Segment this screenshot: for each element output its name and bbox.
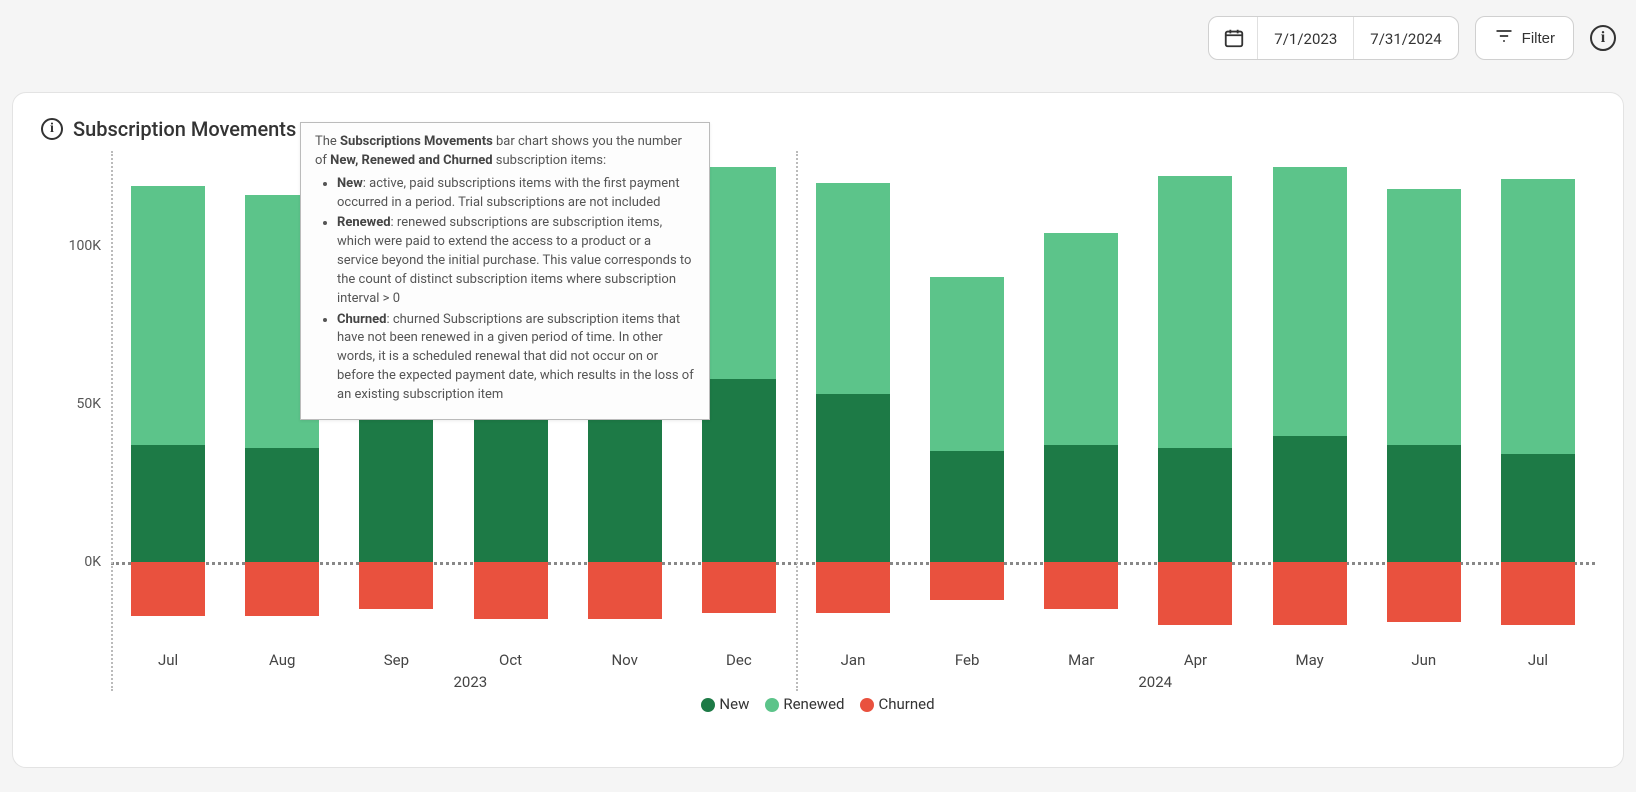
bar-segment-new: [816, 394, 890, 562]
bar-segment-renewed: [1273, 167, 1347, 436]
date-range-picker[interactable]: 7/1/2023 7/31/2024: [1208, 16, 1458, 60]
x-tick-label: Aug: [225, 651, 339, 669]
bar-segment-renewed: [1158, 176, 1232, 448]
bar-column[interactable]: [111, 151, 225, 641]
bar-segment-new: [245, 448, 319, 562]
bar-segment-churned: [588, 562, 662, 619]
bar-segment-churned: [1044, 562, 1118, 609]
bar-segment-new: [930, 451, 1004, 562]
legend-swatch-churned: [860, 698, 874, 712]
bar-segment-new: [1501, 454, 1575, 561]
bar-segment-churned: [1273, 562, 1347, 625]
bar-column[interactable]: [1253, 151, 1367, 641]
bar-column[interactable]: [1367, 151, 1481, 641]
x-tick-label: Nov: [568, 651, 682, 669]
filter-button-label: Filter: [1522, 30, 1555, 47]
bar-segment-churned: [1158, 562, 1232, 625]
x-tick-label: Jun: [1367, 651, 1481, 669]
bar-segment-churned: [131, 562, 205, 616]
chart-area: 0K50K100K JulAugSepOctNovDecJanFebMarApr…: [41, 151, 1595, 691]
date-to[interactable]: 7/31/2024: [1353, 17, 1457, 59]
legend-item-churned[interactable]: Churned: [860, 695, 934, 713]
bar-segment-churned: [930, 562, 1004, 600]
bar-segment-churned: [702, 562, 776, 613]
x-tick-label: Dec: [682, 651, 796, 669]
bar-column[interactable]: [910, 151, 1024, 641]
bar-column[interactable]: [796, 151, 910, 641]
x-tick-label: Oct: [453, 651, 567, 669]
x-tick-label: Feb: [910, 651, 1024, 669]
bar-segment-churned: [1387, 562, 1461, 622]
y-tick-label: 100K: [69, 238, 101, 254]
calendar-icon: [1209, 27, 1257, 49]
bar-segment-churned: [1501, 562, 1575, 625]
bar-segment-churned: [245, 562, 319, 616]
year-label: 2023: [453, 673, 487, 691]
x-tick-label: Jul: [1481, 651, 1595, 669]
bar-segment-renewed: [702, 167, 776, 379]
bar-column[interactable]: [1138, 151, 1252, 641]
date-from[interactable]: 7/1/2023: [1257, 17, 1353, 59]
card-info-tooltip: The Subscriptions Movements bar chart sh…: [300, 122, 710, 420]
legend-swatch-renewed: [765, 698, 779, 712]
filter-icon: [1494, 26, 1514, 50]
legend-item-renewed[interactable]: Renewed: [765, 695, 844, 713]
bar-segment-renewed: [1387, 189, 1461, 445]
card-title: Subscription Movements: [73, 117, 296, 141]
bar-segment-churned: [816, 562, 890, 613]
bar-segment-new: [702, 379, 776, 562]
bar-column[interactable]: [1481, 151, 1595, 641]
bar-segment-renewed: [816, 183, 890, 395]
year-separator: [796, 151, 798, 691]
year-separator: [111, 151, 113, 691]
legend-swatch-new: [701, 698, 715, 712]
bar-segment-new: [1158, 448, 1232, 562]
year-label: 2024: [1138, 673, 1172, 691]
x-tick-label: Jul: [111, 651, 225, 669]
filter-button[interactable]: Filter: [1475, 16, 1574, 60]
bar-column[interactable]: [1024, 151, 1138, 641]
page-info-icon[interactable]: i: [1590, 25, 1616, 51]
bar-segment-churned: [359, 562, 433, 609]
bar-segment-renewed: [1044, 233, 1118, 445]
x-tick-label: Mar: [1024, 651, 1138, 669]
y-tick-label: 0K: [84, 554, 101, 570]
bar-segment-renewed: [131, 186, 205, 445]
bar-segment-renewed: [1501, 179, 1575, 454]
card-info-icon[interactable]: i: [41, 118, 63, 140]
y-tick-label: 50K: [76, 396, 101, 412]
bar-segment-new: [1044, 445, 1118, 562]
bar-segment-new: [359, 420, 433, 562]
x-tick-label: Apr: [1138, 651, 1252, 669]
bar-segment-churned: [474, 562, 548, 619]
bar-segment-new: [131, 445, 205, 562]
x-tick-label: Jan: [796, 651, 910, 669]
x-tick-label: Sep: [339, 651, 453, 669]
x-tick-label: May: [1253, 651, 1367, 669]
bar-segment-new: [1273, 436, 1347, 562]
bar-segment-new: [1387, 445, 1461, 562]
subscription-movements-card: i Subscription Movements 0K50K100K JulAu…: [12, 92, 1624, 768]
chart-legend: New Renewed Churned: [41, 695, 1595, 713]
bar-segment-renewed: [930, 277, 1004, 451]
legend-item-new[interactable]: New: [701, 695, 749, 713]
